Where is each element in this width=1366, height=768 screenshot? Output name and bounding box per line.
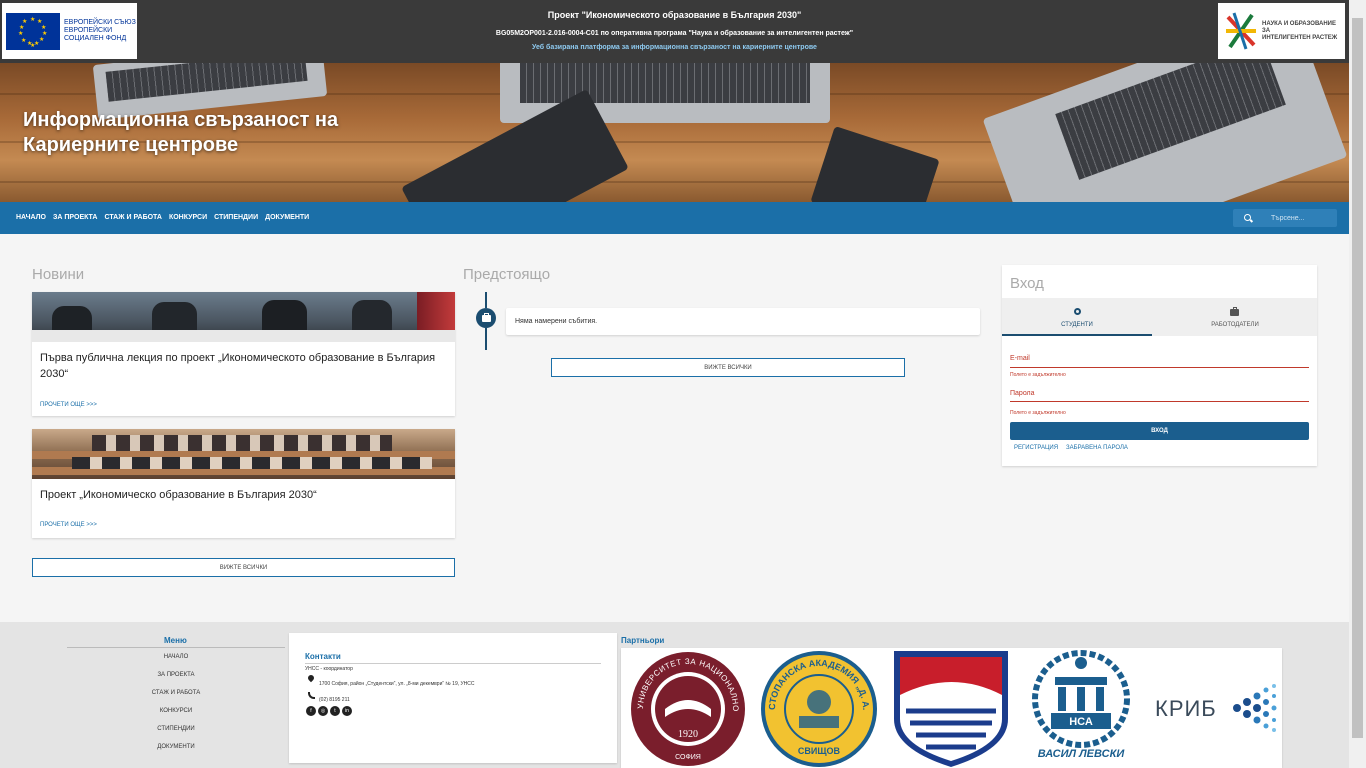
address-text: 1700 София, район „Студентски“, ул. „8-м… bbox=[319, 681, 475, 687]
unwe-year: 1920 bbox=[678, 729, 698, 740]
timeline-dot bbox=[476, 308, 496, 328]
login-tabs: СТУДЕНТИ РАБОТОДАТЕЛИ bbox=[1002, 298, 1317, 336]
briefcase-icon bbox=[481, 312, 491, 322]
news-heading: Новини bbox=[32, 266, 85, 283]
briefcase-icon bbox=[1230, 307, 1239, 316]
empty-events-card: Няма намерени събития. bbox=[506, 308, 980, 335]
phone-text: (02) 8195 211 bbox=[319, 697, 350, 703]
linkedin-icon[interactable]: in bbox=[342, 706, 352, 716]
hero-title: Информационна свързаност на Кариерните ц… bbox=[23, 108, 338, 158]
partners-heading: Партньори bbox=[621, 636, 665, 645]
footer-menu-heading: Меню bbox=[164, 636, 187, 645]
nav-item-home[interactable]: НАЧАЛО bbox=[16, 214, 46, 221]
science-education-logo: НАУКА И ОБРАЗОВАНИЕ ЗА ИНТЕЛИГЕНТЕН РАСТ… bbox=[1218, 3, 1345, 59]
unwe-city: СОФИЯ bbox=[675, 754, 701, 761]
footer-menu-competitions[interactable]: КОНКУРСИ bbox=[67, 708, 285, 714]
footer-menu-about[interactable]: ЗА ПРОЕКТА bbox=[67, 672, 285, 678]
news-title[interactable]: Първа публична лекция по проект „Икономи… bbox=[40, 350, 450, 382]
twitter-icon[interactable]: t bbox=[330, 706, 340, 716]
nav-item-scholarships[interactable]: СТИПЕНДИИ bbox=[214, 214, 258, 221]
forgot-password-link[interactable]: ЗАБРАВЕНА ПАРОЛА bbox=[1066, 445, 1128, 451]
email-error: Полето е задължително bbox=[1010, 372, 1066, 378]
nav-item-competitions[interactable]: КОНКУРСИ bbox=[169, 214, 207, 221]
university-shield-logo[interactable] bbox=[892, 649, 1010, 767]
partners-box: УНИВЕРСИТЕТ ЗА НАЦИОНАЛНО И СВЕТОВНО СТО… bbox=[621, 642, 1282, 768]
login-submit-button[interactable]: ВХОД bbox=[1010, 422, 1309, 440]
scrollbar-thumb[interactable] bbox=[1352, 18, 1363, 738]
search-input[interactable] bbox=[1271, 214, 1331, 222]
project-header-bar: ★ ★ ★ ★ ★ ★ ★ ★ ★ ★ ★ ★ ЕВРОПЕЙСКИ СЪЮЗ ЕВРОПЕЙС… bbox=[0, 0, 1349, 63]
user-icon bbox=[1074, 308, 1081, 315]
hero-banner: Информационна свързаност на Кариерните ц… bbox=[0, 63, 1349, 202]
nav-item-documents[interactable]: ДОКУМЕНТИ bbox=[265, 214, 309, 221]
password-error: Полето е задължително bbox=[1010, 410, 1066, 416]
read-more-link[interactable]: ПРОЧЕТИ ОЩЕ >>> bbox=[40, 402, 97, 408]
tab-employers-label: РАБОТОДАТЕЛИ bbox=[1211, 322, 1259, 328]
timeline-line bbox=[485, 328, 487, 350]
tsenov-city: СВИЩОВ bbox=[798, 746, 841, 756]
read-more-link[interactable]: ПРОЧЕТИ ОЩЕ >>> bbox=[40, 522, 97, 528]
location-pin-icon bbox=[308, 675, 314, 683]
tsenov-academy-logo[interactable]: СТОПАНСКА АКАДЕМИЯ „Д. А. ЦЕНОВ“ СВИЩОВ bbox=[755, 642, 879, 768]
contacts-heading: Контакти bbox=[305, 652, 341, 661]
news-card[interactable]: Първа публична лекция по проект „Икономи… bbox=[32, 292, 455, 416]
search-box[interactable] bbox=[1233, 209, 1337, 227]
nsa-vasil-levski-logo[interactable]: НСА ВАСИЛ ЛЕВСКИ bbox=[1025, 649, 1137, 767]
nav-menu: НАЧАЛО ЗА ПРОЕКТА СТАЖ И РАБОТА КОНКУРСИ… bbox=[16, 214, 309, 221]
news-title[interactable]: Проект „Икономическо образование в Бълга… bbox=[40, 487, 450, 503]
footer-menu-internship-jobs[interactable]: СТАЖ И РАБОТА bbox=[67, 690, 285, 696]
footer-menu-home[interactable]: НАЧАЛО bbox=[67, 654, 285, 660]
tab-employers[interactable]: РАБОТОДАТЕЛИ bbox=[1160, 298, 1310, 336]
empty-events-text: Няма намерени събития. bbox=[515, 318, 598, 325]
phone-image bbox=[810, 125, 940, 202]
project-title: Проект "Икономическото образование в Бъл… bbox=[547, 10, 802, 20]
science-logo-line: НАУКА И ОБРАЗОВАНИЕ ЗА bbox=[1262, 20, 1336, 34]
contacts-divider bbox=[305, 663, 601, 664]
news-card[interactable]: Проект „Икономическо образование в Бълга… bbox=[32, 429, 455, 538]
project-program: BG05M2OP001-2.016-0004-C01 по оперативна… bbox=[495, 30, 854, 37]
instagram-icon[interactable]: ◎ bbox=[318, 706, 328, 716]
timeline-line bbox=[485, 292, 487, 308]
science-education-mark-icon bbox=[1224, 11, 1258, 51]
coordinator-text: УНСС - координатор bbox=[305, 666, 353, 672]
footer-menu-divider bbox=[67, 647, 285, 648]
project-info: Проект "Икономическото образование в Бъл… bbox=[0, 10, 1349, 51]
footer-menu-scholarships[interactable]: СТИПЕНДИИ bbox=[67, 726, 285, 732]
news-view-all-button[interactable]: ВИЖТЕ ВСИЧКИ bbox=[32, 558, 455, 577]
krib-dots-icon bbox=[1233, 684, 1277, 732]
password-underline bbox=[1010, 401, 1309, 402]
facebook-icon[interactable]: f bbox=[306, 706, 316, 716]
hero-title-line: Кариерните центрове bbox=[23, 134, 239, 156]
platform-subtitle: Уеб базирана платформа за информационна … bbox=[532, 44, 817, 51]
email-field[interactable] bbox=[1010, 353, 1309, 367]
news-image[interactable] bbox=[32, 292, 455, 342]
upcoming-view-all-button[interactable]: ВИЖТЕ ВСИЧКИ bbox=[551, 358, 905, 377]
nav-item-about[interactable]: ЗА ПРОЕКТА bbox=[53, 214, 97, 221]
nsa-name: ВАСИЛ ЛЕВСКИ bbox=[1038, 748, 1126, 760]
login-heading: Вход bbox=[1010, 275, 1044, 292]
email-underline bbox=[1010, 367, 1309, 368]
main-navigation: НАЧАЛО ЗА ПРОЕКТА СТАЖ И РАБОТА КОНКУРСИ… bbox=[0, 202, 1349, 234]
tab-students-label: СТУДЕНТИ bbox=[1061, 322, 1093, 328]
news-image[interactable] bbox=[32, 429, 455, 479]
nsa-abbreviation: НСА bbox=[1069, 716, 1093, 728]
register-link[interactable]: РЕГИСТРАЦИЯ bbox=[1014, 445, 1058, 451]
unwe-logo[interactable]: УНИВЕРСИТЕТ ЗА НАЦИОНАЛНО И СВЕТОВНО СТО… bbox=[626, 644, 747, 767]
science-logo-line: ИНТЕЛИГЕНТЕН РАСТЕЖ bbox=[1262, 34, 1338, 41]
password-field[interactable] bbox=[1010, 388, 1309, 402]
science-education-text: НАУКА И ОБРАЗОВАНИЕ ЗА ИНТЕЛИГЕНТЕН РАСТ… bbox=[1262, 21, 1345, 42]
nav-item-internship-jobs[interactable]: СТАЖ И РАБОТА bbox=[104, 214, 162, 221]
krib-text: КРИБ bbox=[1155, 696, 1217, 721]
search-icon[interactable] bbox=[1244, 213, 1253, 223]
footer-menu-documents[interactable]: ДОКУМЕНТИ bbox=[67, 744, 285, 750]
upcoming-heading: Предстоящо bbox=[463, 266, 551, 283]
hero-title-line: Информационна свързаност на bbox=[23, 109, 339, 131]
krib-logo[interactable]: КРИБ bbox=[1153, 682, 1278, 734]
tab-students[interactable]: СТУДЕНТИ bbox=[1002, 298, 1152, 336]
